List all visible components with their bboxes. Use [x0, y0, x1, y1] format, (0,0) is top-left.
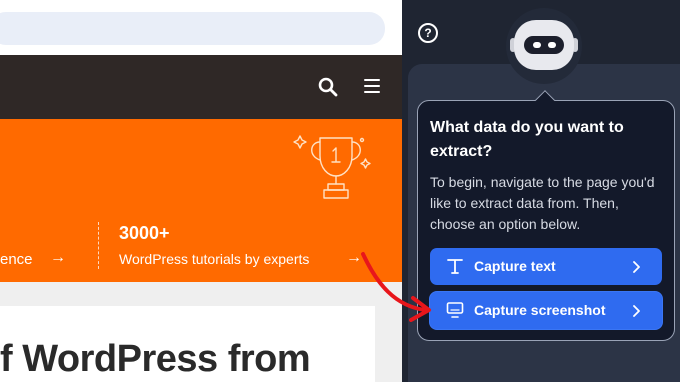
address-bar[interactable] — [0, 12, 385, 45]
chevron-right-icon — [633, 305, 640, 317]
site-header — [0, 55, 402, 119]
website-viewport: ence → 3000+ WordPress tutorials by expe… — [0, 0, 402, 382]
hamburger-menu-icon[interactable] — [364, 79, 380, 93]
chevron-right-icon — [633, 261, 640, 273]
annotation-arrow-icon — [361, 252, 431, 322]
arrow-right-icon[interactable]: → — [50, 249, 66, 267]
capture-text-button[interactable] — [430, 248, 662, 285]
stat-label: WordPress tutorials by experts — [119, 251, 310, 267]
screenshot-stage: ence → 3000+ WordPress tutorials by expe… — [0, 0, 680, 382]
page-headline: f WordPress from — [0, 338, 311, 380]
robot-eye — [533, 42, 541, 48]
robot-eye — [548, 42, 556, 48]
prompt-body: To begin, navigate to the page you'd lik… — [430, 174, 655, 232]
text-format-icon — [447, 259, 463, 274]
capture-screenshot-button[interactable] — [430, 292, 662, 329]
trophy-icon — [293, 135, 371, 199]
search-icon[interactable] — [318, 77, 338, 97]
help-icon[interactable]: ? — [418, 23, 438, 43]
robot-visor — [524, 36, 564, 54]
prompt-title: What data do you want to extract? — [430, 119, 624, 160]
monitor-icon — [446, 302, 464, 318]
stat-number: 3000+ — [119, 223, 170, 243]
stat-label-partial: ence — [0, 251, 33, 268]
stat-divider — [98, 222, 99, 269]
